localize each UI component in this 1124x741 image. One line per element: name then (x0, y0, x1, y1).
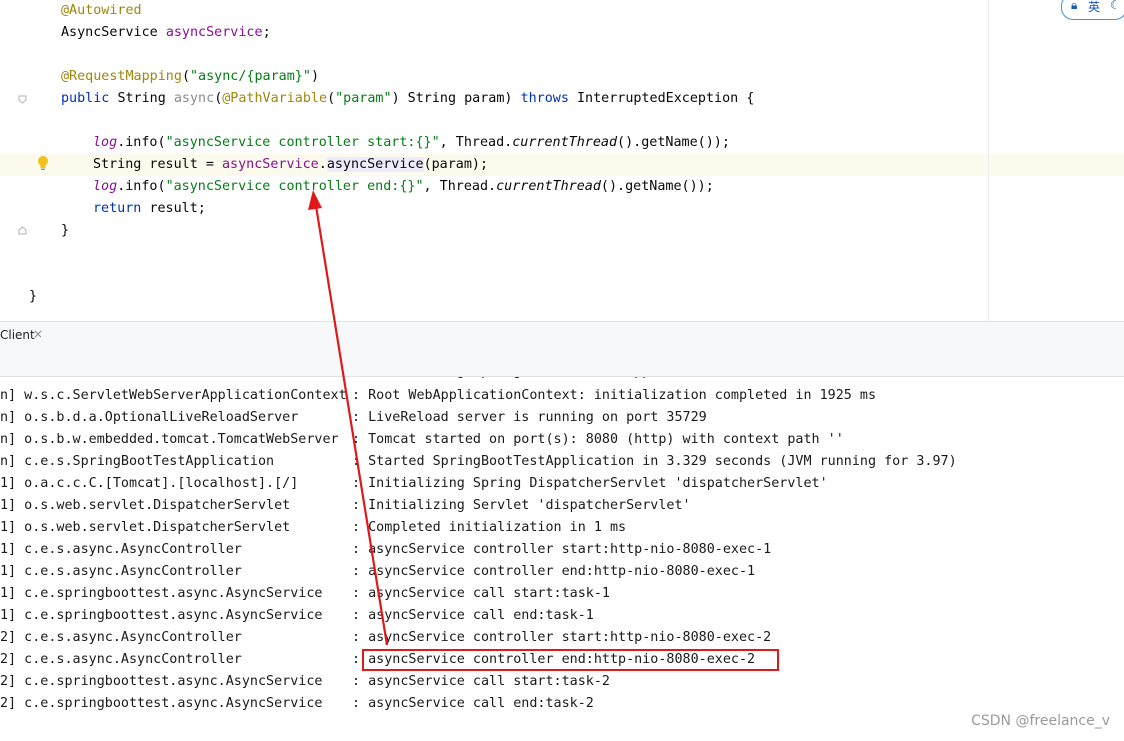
log-source: 2] c.e.springboottest.async.AsyncService (0, 674, 323, 689)
log-message: : asyncService call start:task-1 (352, 586, 610, 601)
log-message: : Started SpringBootTestApplication in 3… (352, 454, 957, 469)
log-source: 2] c.e.springboottest.async.AsyncService (0, 696, 323, 711)
tab-client[interactable]: Client (0, 328, 35, 342)
log-message: : Root WebApplicationContext: initializa… (352, 388, 877, 403)
ime-language-label: 英 (1088, 0, 1101, 14)
code-token: asyncService (222, 157, 319, 172)
code-line: } (61, 220, 69, 242)
close-icon[interactable]: × (33, 327, 43, 341)
code-token: result; (149, 201, 206, 216)
code-line: @RequestMapping("async/{param}") (61, 66, 319, 88)
code-editor[interactable]: @Autowired AsyncService asyncService; @Req… (0, 0, 1124, 321)
code-token: String (117, 91, 174, 106)
code-token: public (61, 91, 118, 106)
log-message: : asyncService call end:task-2 (352, 696, 594, 711)
lock-icon: 🔒︎ (1071, 0, 1078, 12)
code-token: ( (181, 69, 190, 84)
code-token: log (93, 135, 118, 150)
code-line: log.info("asyncService controller start:… (93, 132, 730, 154)
code-token: , Thread. (423, 179, 497, 194)
log-source: 1] c.e.s.async.AsyncController (0, 564, 242, 579)
log-message: : Initializing Spring embedded WebApplic… (352, 377, 771, 383)
code-token: ().getName()); (617, 135, 730, 150)
code-token: asyncService (326, 157, 424, 172)
log-source: n] o.s.b.w.embedded.tomcat.TomcatWebServ… (0, 432, 339, 447)
log-source: 1] o.a.c.c.C.[Tomcat].[localhost].[/] (0, 476, 299, 491)
code-token: AsyncService (61, 25, 166, 40)
lightbulb-intention-icon[interactable] (36, 155, 50, 171)
log-message: : asyncService call start:task-2 (352, 674, 610, 689)
moon-icon: ☾ (1110, 0, 1121, 12)
code-token: String result = (93, 157, 222, 172)
code-token: .info( (117, 179, 166, 194)
editor-gutter[interactable] (0, 0, 30, 321)
log-message: : Initializing Spring DispatcherServlet … (352, 476, 828, 491)
code-token: @Autowired (61, 3, 142, 18)
code-line: log.info("asyncService controller end:{}… (93, 176, 714, 198)
run-tool-window-tabs: Client × (0, 321, 1124, 350)
log-source: 1] o.s.web.servlet.DispatcherServlet (0, 498, 291, 513)
log-source: 1] c.e.s.async.AsyncController (0, 542, 242, 557)
code-token: @RequestMapping (61, 69, 182, 84)
log-source: 1] o.s.web.servlet.DispatcherServlet (0, 520, 291, 535)
ime-indicator[interactable]: 🔒︎ 英 ☾ (1061, 0, 1124, 20)
log-source: n] o.s.b.d.a.OptionalLiveReloadServer (0, 410, 299, 425)
code-token: , Thread. (439, 135, 513, 150)
highlight-box (362, 649, 779, 671)
code-token: . (318, 157, 327, 172)
code-token: throws (520, 91, 577, 106)
code-token: ( (327, 91, 336, 106)
code-token: ; (262, 25, 271, 40)
code-line: } (29, 286, 37, 308)
log-message: : asyncService controller start:http-nio… (352, 542, 772, 557)
log-source: n] c.e.s.SpringBootTestApplication (0, 454, 275, 469)
code-token: } (29, 289, 38, 304)
log-message: : asyncService controller start:http-nio… (352, 630, 772, 645)
code-token: InterruptedException { (577, 91, 755, 106)
log-source: 1] c.e.springboottest.async.AsyncService (0, 586, 323, 601)
code-token: asyncService (165, 25, 263, 40)
code-token: "asyncService controller end:{}" (165, 179, 424, 194)
log-message: : Tomcat started on port(s): 8080 (http)… (352, 432, 844, 447)
log-source: 2] c.e.s.async.AsyncController (0, 630, 242, 645)
console-toolbar (0, 349, 1124, 377)
code-token: "asyncService controller start:{}" (165, 135, 440, 150)
code-token: ) String param) (391, 91, 521, 106)
code-token: (param); (423, 157, 489, 172)
code-token: async (173, 91, 215, 106)
code-token: ().getName()); (600, 179, 714, 194)
watermark: CSDN @freelance_v (971, 713, 1110, 729)
log-source: n] w.s.c.ServletWebServerApplicationCont… (0, 388, 347, 403)
log-message: : asyncService controller end:http-nio-8… (352, 564, 756, 579)
log-message: : Completed initialization in 1 ms (352, 520, 627, 535)
code-line: return result; (93, 198, 206, 220)
code-line: AsyncService asyncService; (61, 22, 271, 44)
log-source: n] o.a.c.c.C.[Tomcat].[localhost].[/] (0, 377, 355, 383)
log-source: 1] c.e.springboottest.async.AsyncService (0, 608, 323, 623)
code-token: .info( (117, 135, 166, 150)
log-message: : asyncService call end:task-1 (352, 608, 594, 623)
code-token: "async/{param}" (190, 69, 311, 84)
code-line: String result = asyncService.asyncServic… (93, 154, 488, 176)
code-token: return (93, 201, 150, 216)
console-output[interactable]: n] o.a.c.c.C.[Tomcat].[localhost].[/] : … (0, 377, 1124, 741)
fold-marker-icon[interactable] (18, 95, 27, 104)
log-message: : Initializing Servlet 'dispatcherServle… (352, 498, 691, 513)
code-token: @PathVariable (222, 91, 328, 106)
code-token: ) (310, 69, 319, 84)
code-token: currentThread (496, 179, 601, 194)
log-source: 2] c.e.s.async.AsyncController (0, 652, 242, 667)
code-token: currentThread (512, 135, 618, 150)
log-message: : LiveReload server is running on port 3… (352, 410, 707, 425)
code-token: } (61, 223, 70, 238)
right-margin-guide (988, 0, 989, 321)
fold-marker-icon[interactable] (18, 226, 27, 235)
code-line: @Autowired (61, 0, 142, 22)
code-token: log (93, 179, 118, 194)
code-token: "param" (335, 91, 392, 106)
code-line: public String async(@PathVariable("param… (61, 88, 754, 110)
